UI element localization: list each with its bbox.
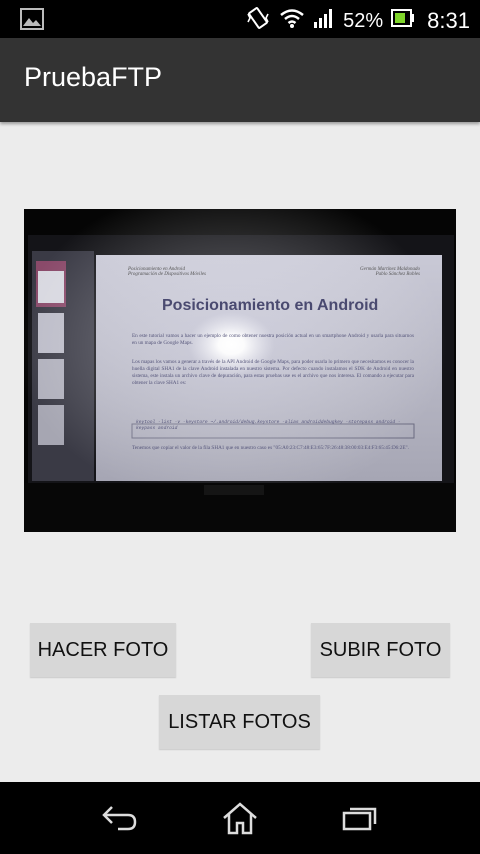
home-icon[interactable] [210, 796, 270, 840]
doc-paragraph-3: Tenemos que copiar el valor de la fila S… [132, 445, 409, 451]
battery-icon [391, 8, 415, 34]
wifi-icon [279, 7, 305, 35]
photo-preview: Posicionamiento en Android Programación … [24, 209, 456, 532]
status-bar: 52% 8:31 [0, 0, 480, 38]
list-photos-button[interactable]: LISTAR FOTOS [159, 695, 320, 749]
doc-header-left-2: Programación de Dispositivos Móviles [128, 272, 207, 277]
doc-paragraph-2: Los mapas los vamos a generar a través d… [132, 359, 414, 386]
battery-percent: 52% [343, 9, 384, 32]
signal-icon [313, 7, 335, 35]
recent-apps-icon[interactable] [330, 796, 390, 840]
doc-code: keytool -list -v -keystore ~/.android/de… [136, 420, 401, 431]
image-notification-icon [20, 8, 44, 35]
app-title: PruebaFTP [24, 62, 163, 92]
doc-header-right-2: Pablo Sánchez Robles [375, 272, 420, 277]
navigation-bar [0, 782, 480, 854]
doc-title: Posicionamiento en Android [162, 297, 379, 314]
vibrate-icon [245, 6, 271, 36]
action-bar: PruebaFTP [0, 38, 480, 122]
doc-paragraph-1: En este tutorial vamos a hacer un ejempl… [132, 333, 414, 346]
clock: 8:31 [427, 8, 470, 33]
back-icon[interactable] [90, 796, 150, 840]
take-photo-button[interactable]: HACER FOTO [30, 623, 176, 677]
upload-photo-button[interactable]: SUBIR FOTO [311, 623, 450, 677]
